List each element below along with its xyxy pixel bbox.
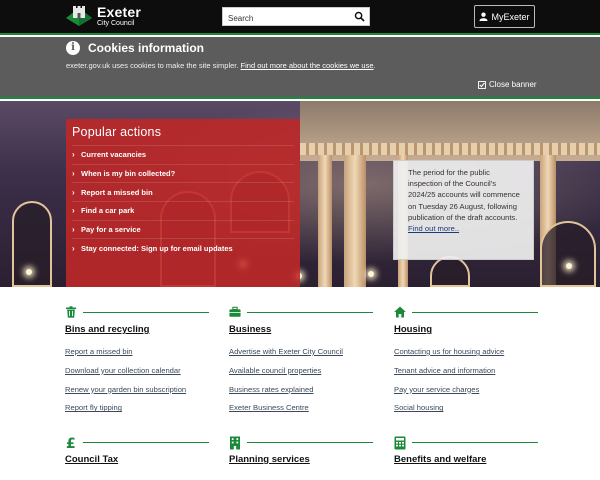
search-icon[interactable]	[354, 11, 365, 22]
service-link[interactable]: Download your collection calendar	[65, 366, 186, 385]
service-link[interactable]: Report a missed bin	[65, 347, 186, 366]
popular-action-label: Pay for a service	[81, 225, 141, 235]
cookie-text: exeter.gov.uk uses cookies to make the s…	[66, 61, 376, 70]
section-divider	[412, 312, 538, 313]
search-box	[222, 7, 370, 27]
popular-action-item[interactable]: › When is my bin collected?	[72, 163, 294, 183]
building-icon	[230, 436, 240, 450]
notice-text: The period for the public inspection of …	[408, 168, 520, 222]
cookie-message: exeter.gov.uk uses cookies to make the s…	[66, 61, 241, 70]
section-divider	[412, 442, 538, 443]
service-links: Report a missed bin Download your collec…	[65, 347, 186, 422]
popular-action-label: Report a missed bin	[81, 187, 153, 197]
logo-title: Exeter	[97, 4, 142, 20]
section-divider	[83, 442, 209, 443]
service-title-benefits[interactable]: Benefits and welfare	[394, 454, 486, 465]
svg-text:£: £	[66, 436, 76, 450]
service-links: Contacting us for housing advice Tenant …	[394, 347, 504, 422]
accounts-notice: The period for the public inspection of …	[393, 160, 534, 260]
popular-action-label: Find a car park	[81, 206, 135, 216]
home-icon	[394, 306, 406, 318]
site-header: Exeter City Council MyExeter	[0, 0, 600, 35]
calculator-icon	[394, 436, 406, 450]
section-divider	[83, 312, 209, 313]
popular-actions-panel: Popular actions › Current vacancies › When…	[66, 119, 300, 287]
service-links: Advertise with Exeter City Council Avail…	[229, 347, 343, 422]
service-link[interactable]: Renew your garden bin subscription	[65, 385, 186, 404]
cookie-banner: i Cookies information exeter.gov.uk uses…	[0, 37, 600, 99]
cookie-more-link[interactable]: Find out more about the cookies we use	[241, 61, 374, 70]
service-title-bins[interactable]: Bins and recycling	[65, 324, 149, 335]
chevron-right-icon: ›	[72, 225, 75, 235]
checkbox-icon	[478, 80, 486, 89]
service-title-planning[interactable]: Planning services	[229, 454, 310, 465]
popular-action-item[interactable]: › Stay connected: Sign up for email updat…	[72, 238, 294, 257]
service-link[interactable]: Available council properties	[229, 366, 343, 385]
service-link[interactable]: Social housing	[394, 403, 504, 422]
pound-icon: £	[66, 436, 76, 450]
user-icon	[479, 12, 489, 21]
myexeter-button[interactable]: MyExeter	[474, 5, 535, 28]
notice-more-link[interactable]: Find out more..	[408, 224, 459, 233]
briefcase-icon	[229, 306, 241, 317]
service-link[interactable]: Contacting us for housing advice	[394, 347, 504, 366]
popular-action-label: When is my bin collected?	[81, 169, 176, 179]
close-banner-label: Close banner	[489, 80, 537, 89]
service-link[interactable]: Business rates explained	[229, 385, 343, 404]
popular-action-item[interactable]: › Report a missed bin	[72, 182, 294, 201]
service-link[interactable]: Exeter Business Centre	[229, 403, 343, 422]
service-link[interactable]: Report fly tipping	[65, 403, 186, 422]
service-link[interactable]: Advertise with Exeter City Council	[229, 347, 343, 366]
site-logo[interactable]: Exeter City Council	[64, 4, 141, 28]
popular-action-item[interactable]: › Current vacancies	[72, 145, 294, 164]
service-title-council-tax[interactable]: Council Tax	[65, 454, 118, 465]
section-divider	[247, 312, 373, 313]
logo-subtitle: City Council	[97, 20, 135, 27]
cookie-title: Cookies information	[88, 41, 205, 55]
hero-banner: Popular actions › Current vacancies › When…	[0, 101, 600, 287]
popular-action-label: Stay connected: Sign up for email update…	[81, 243, 233, 253]
trash-icon	[66, 306, 76, 318]
myexeter-label: MyExeter	[491, 11, 530, 22]
chevron-right-icon: ›	[72, 187, 75, 197]
cookie-suffix: .	[373, 61, 376, 70]
service-title-business[interactable]: Business	[229, 324, 271, 335]
chevron-right-icon: ›	[72, 169, 75, 179]
section-divider	[247, 442, 373, 443]
chevron-right-icon: ›	[72, 150, 75, 160]
castle-logo-icon	[66, 6, 92, 26]
info-icon: i	[66, 41, 80, 55]
service-link[interactable]: Pay your service charges	[394, 385, 504, 404]
popular-action-label: Current vacancies	[81, 150, 147, 160]
popular-action-item[interactable]: › Pay for a service	[72, 219, 294, 239]
chevron-right-icon: ›	[72, 243, 75, 253]
search-input[interactable]	[223, 10, 351, 27]
logo-wordmark: Exeter City Council	[97, 5, 141, 27]
popular-action-item[interactable]: › Find a car park	[72, 201, 294, 220]
chevron-right-icon: ›	[72, 206, 75, 216]
popular-actions-title: Popular actions	[72, 125, 162, 139]
service-link[interactable]: Tenant advice and information	[394, 366, 504, 385]
service-title-housing[interactable]: Housing	[394, 324, 432, 335]
close-banner-button[interactable]: Close banner	[478, 80, 537, 89]
